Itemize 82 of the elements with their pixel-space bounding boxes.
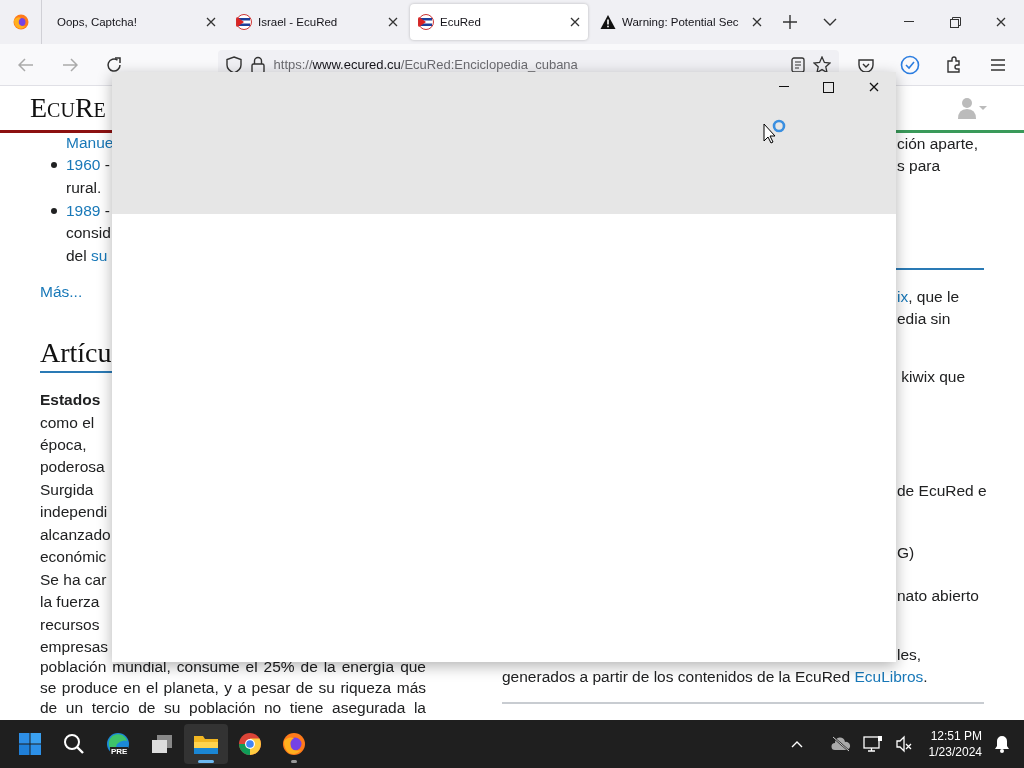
flag-icon (418, 14, 434, 30)
bell-icon (994, 735, 1010, 753)
text-line: ción aparte, (896, 134, 979, 154)
browser-tab[interactable]: EcuRed (410, 4, 588, 40)
link[interactable]: su (91, 245, 108, 267)
warning-icon (600, 14, 616, 30)
chevron-up-icon (790, 740, 803, 748)
link[interactable]: Más... (40, 281, 83, 303)
text-line: generados a partir de los contenidos de la EcuRed EcuLibros. (502, 666, 984, 688)
flag-icon (236, 14, 252, 30)
close-icon (388, 17, 398, 27)
text-line: Se ha car (40, 570, 108, 590)
busy-cursor-icon (763, 118, 787, 144)
star-icon (812, 55, 831, 74)
browser-tab[interactable]: Warning: Potential Sec (592, 4, 770, 40)
cloud-off-icon (830, 736, 851, 752)
menu-icon (990, 57, 1007, 72)
text-line: empresas (40, 637, 110, 657)
close-icon (206, 17, 216, 27)
shield-icon (225, 55, 242, 74)
check-circle-icon (900, 54, 921, 75)
speaker-muted-icon (894, 735, 913, 753)
text-line: de un tercio de su población no tiene asegurada la (40, 698, 426, 718)
text-line: económic (40, 547, 108, 567)
forward-arrow-icon (61, 57, 78, 72)
close-icon (752, 17, 762, 27)
text-line: edia sin (896, 309, 952, 329)
reader-view-icon (790, 56, 805, 73)
folder-icon (193, 733, 219, 755)
four-squares-icon (19, 733, 41, 755)
text-line: poderosa (40, 457, 106, 477)
pre-badge: PRE (110, 747, 129, 757)
text-line: población mundial, consume el 25% de la energía que (40, 657, 426, 677)
back-arrow-icon (17, 57, 34, 72)
overlapping-windows-icon (150, 733, 174, 755)
text-line: Estados (40, 390, 102, 410)
fox-globe-icon (12, 14, 29, 30)
taskbar-app-button[interactable] (184, 724, 228, 764)
maximize-icon (823, 81, 834, 93)
tricolor-circle-icon (238, 732, 262, 756)
reload-icon (105, 56, 122, 73)
text-line: Surgida (40, 480, 95, 500)
text-line: como el (40, 413, 96, 433)
close-icon (996, 17, 1006, 27)
chevron-down-icon (823, 18, 837, 26)
link[interactable]: 1989 (66, 200, 101, 222)
pocket-icon (858, 56, 875, 73)
fox-globe-icon (282, 732, 306, 756)
taskbar-app-button[interactable]: PRE (96, 724, 140, 764)
link[interactable]: 1960 (66, 154, 101, 176)
plus-icon (783, 15, 797, 29)
text-line: consid (65, 223, 112, 243)
text-line: rural. (65, 178, 103, 198)
monitor-icon (862, 735, 883, 753)
text-line: kiwix que (900, 367, 967, 387)
text-line: s para (896, 156, 942, 176)
url-text: https://www.ecured.cu/EcuRed:Enciclopedia_cubana (273, 57, 579, 72)
clock-time: 12:51 PM (930, 728, 982, 744)
text-line: época, (40, 435, 88, 455)
site-logo[interactable]: EcuRe (30, 92, 106, 124)
user-menu-icon (958, 97, 988, 119)
text-line: de EcuRed e (896, 481, 984, 501)
bullet-dot (51, 208, 57, 214)
bullet-dot (51, 162, 57, 168)
close-icon (868, 82, 879, 92)
clock-date: 1/23/2024 (928, 744, 982, 760)
minimize-icon (904, 21, 914, 23)
text-line: recursos (40, 615, 101, 635)
browser-tab[interactable]: Oops, Captcha! (46, 4, 224, 40)
minimize-icon (778, 86, 789, 88)
link[interactable]: Manue (66, 132, 114, 154)
text-line: independi (40, 502, 109, 522)
text-line: G) (896, 543, 916, 563)
text-line: la fuerza (40, 592, 101, 612)
search-icon (63, 733, 85, 755)
text-line: les, (896, 645, 923, 665)
text-line: se produce en el planeta, y a pesar de su riqueza más (40, 678, 426, 698)
text-line: nato abierto (896, 586, 980, 606)
close-icon (570, 17, 580, 27)
text-line: alcanzado (40, 525, 112, 545)
browser-tab[interactable]: Israel - EcuRed (228, 4, 406, 40)
restore-icon (949, 16, 961, 28)
